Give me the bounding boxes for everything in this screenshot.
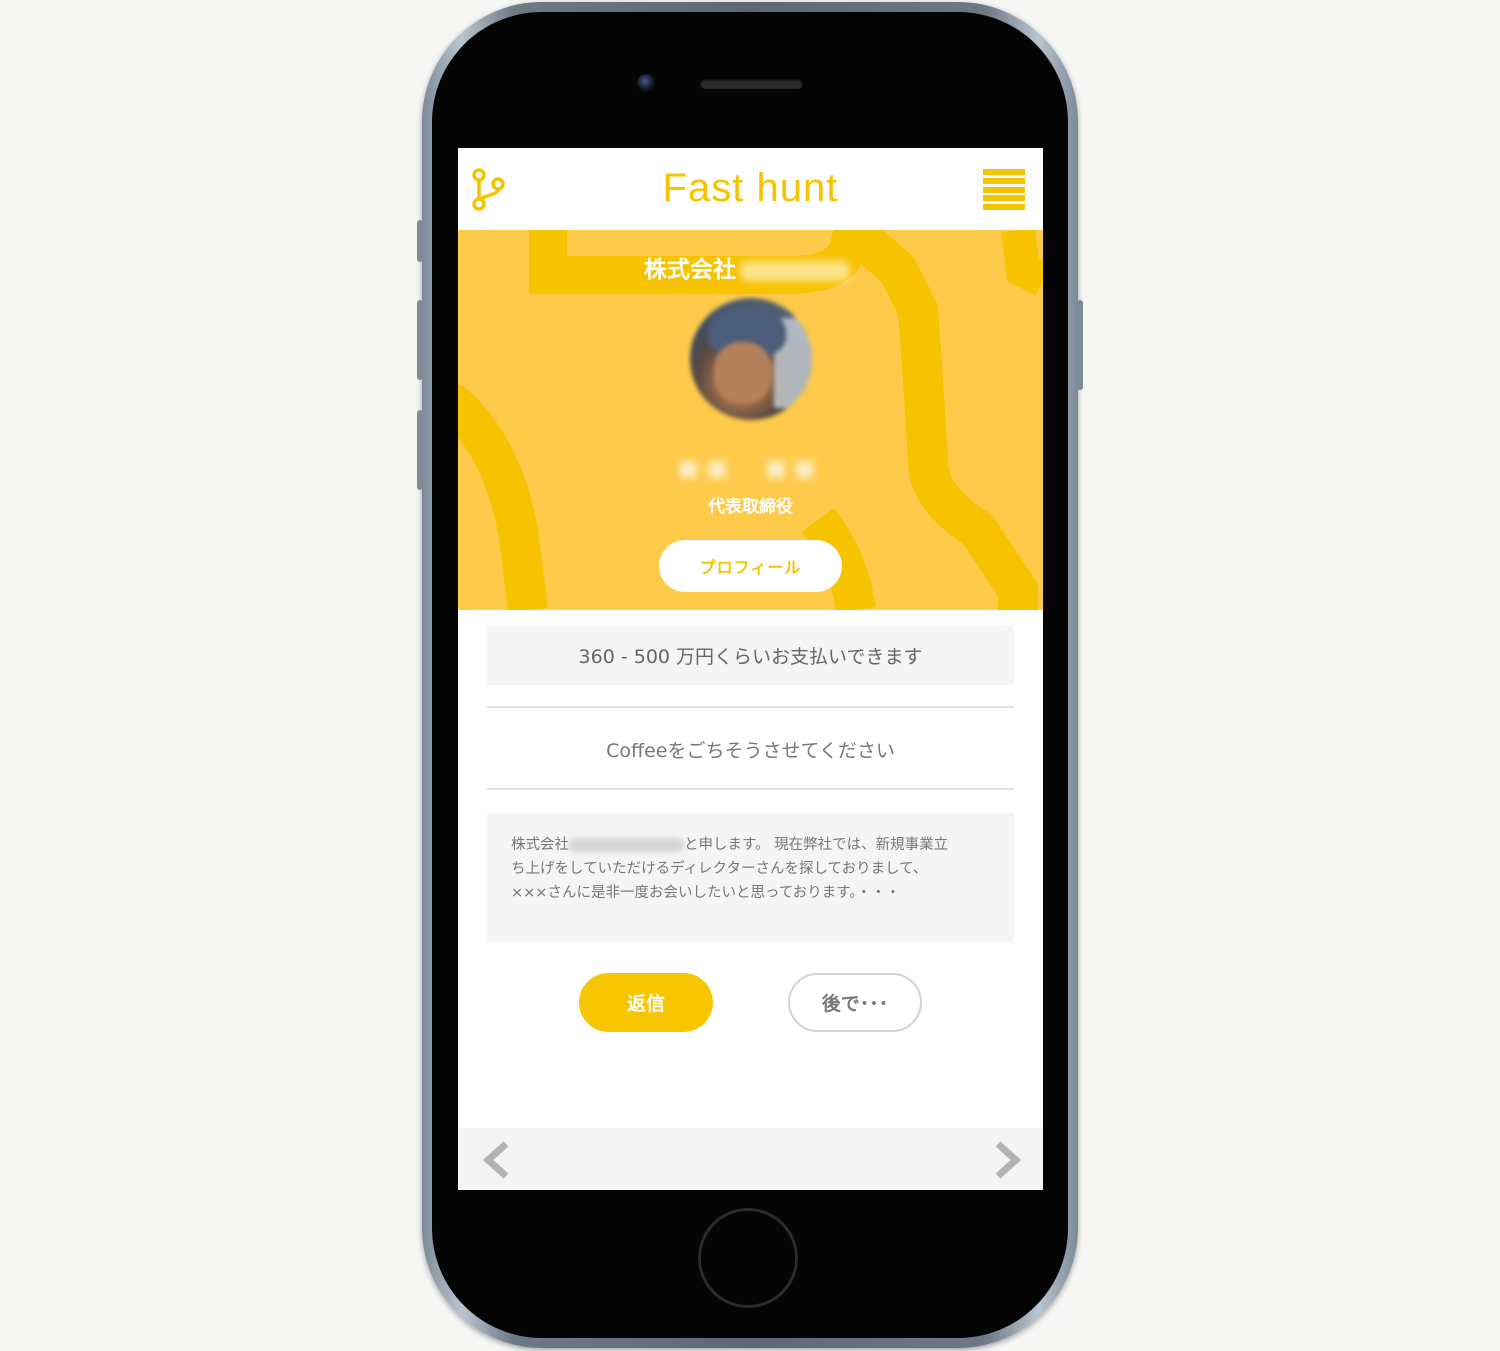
scout-message: 株式会社 と申します。 現在弊社では、新規事業立 ち上げをしていただけるディレクタ… [487,813,1014,942]
power-button [1077,300,1083,390]
company-name-redacted [740,260,850,281]
divider-top [487,706,1014,708]
later-button[interactable]: 後で･･･ [788,973,922,1032]
salary-offer: 360 - 500 万円くらいお支払いできます [487,626,1014,685]
top-bar: Fast hunt [458,148,1043,230]
silent-switch [417,220,423,262]
person-title: 代表取締役 [708,497,793,517]
message-line-2: ち上げをしていただけるディレクターさんを探しておりまして、 [511,861,928,877]
reply-button[interactable]: 返信 [579,973,713,1032]
message-line-1: 株式会社 と申します。 現在弊社では、新規事業立 [511,837,949,853]
app-title: Fast hunt [662,166,839,210]
person-name-redacted: ■■ ■■ [677,456,824,481]
volume-down-button [417,410,423,490]
company-label: 株式会社 [644,257,736,283]
earpiece-speaker [700,79,803,89]
avatar[interactable] [690,298,812,420]
hamburger-menu-icon[interactable] [983,169,1025,211]
volume-up-button [417,300,423,380]
front-camera [637,74,655,92]
chevron-left-icon[interactable] [476,1138,516,1182]
app-screen: Fast hunt 株式会社 ■■ ■■ 代表取締役 プロフィール 360 - … [458,148,1043,1190]
message-line-3: ×××さんに是非一度お会いしたいと思っております。・・・ [511,885,901,901]
profile-hero: 株式会社 ■■ ■■ 代表取締役 プロフィール [458,230,1043,610]
chevron-right-icon[interactable] [988,1138,1028,1182]
offer-type: Coffeeをごちそうさせてください [606,739,895,762]
profile-button[interactable]: プロフィール [659,540,842,592]
company-name: 株式会社 [644,250,850,284]
message-redacted-name [569,838,684,852]
divider-bottom [487,788,1014,790]
home-button[interactable] [698,1208,798,1308]
bottom-nav-bar [458,1128,1043,1190]
